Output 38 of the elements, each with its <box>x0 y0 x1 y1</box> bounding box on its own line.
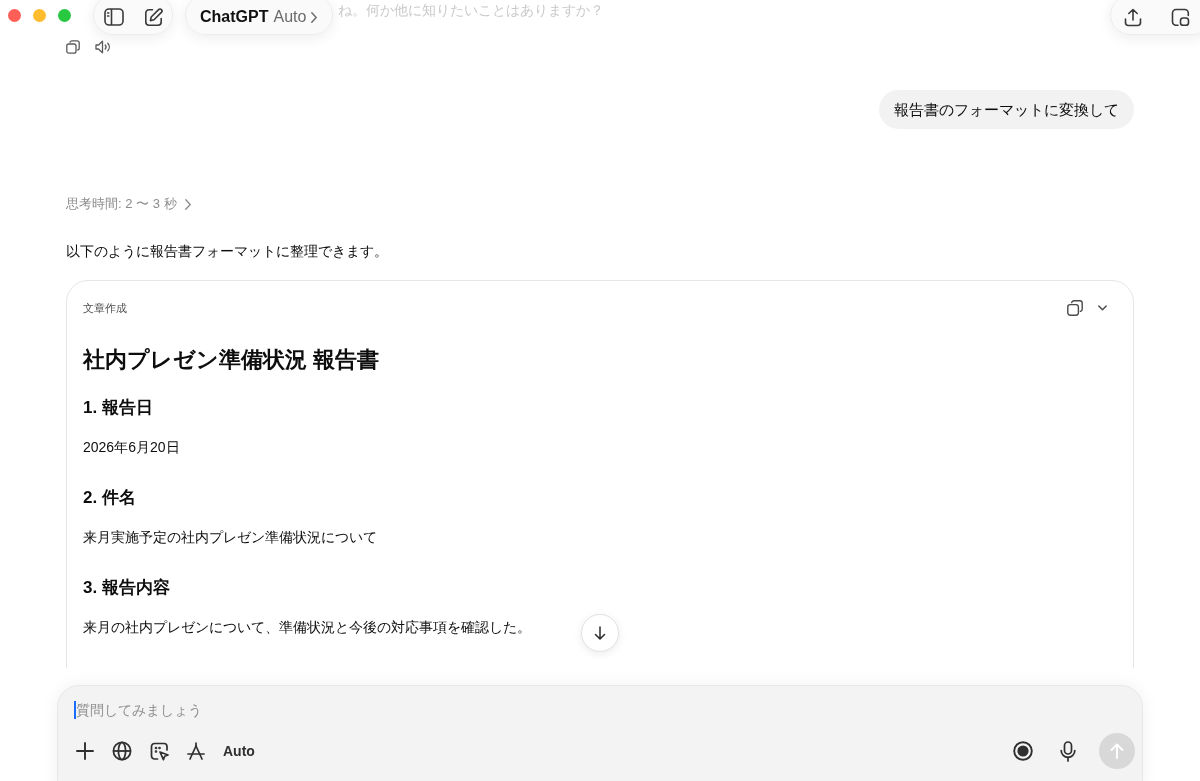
read-aloud-button[interactable] <box>95 39 111 55</box>
chevron-down-icon <box>1097 305 1107 311</box>
chevron-right-icon <box>184 198 191 210</box>
document-title: 社内プレゼン準備状況 報告書 <box>83 346 380 374</box>
compass-tool-icon <box>187 742 205 760</box>
copy-icon <box>1067 300 1083 316</box>
edit-icon <box>143 7 163 27</box>
user-message: 報告書のフォーマットに変換して <box>879 90 1134 129</box>
window-corner-icon <box>1170 7 1190 27</box>
document-label: 文章作成 <box>83 300 127 316</box>
chevron-right-icon <box>311 11 318 23</box>
section-heading: 1. 報告日 <box>83 397 153 419</box>
section-text: 来月の社内プレゼンについて、準備状況と今後の対応事項を確認した。 <box>83 618 531 637</box>
copy-button[interactable] <box>1067 300 1083 316</box>
speaker-icon <box>95 40 111 54</box>
window-close-icon[interactable] <box>8 9 21 22</box>
copy-button[interactable] <box>65 39 81 55</box>
copy-icon <box>66 40 80 54</box>
section-text: 来月実施予定の社内プレゼン準備状況について <box>83 528 377 547</box>
sidebar-icon <box>104 8 124 26</box>
model-selector-button[interactable]: ChatGPT Auto <box>185 0 333 35</box>
arrow-up-icon <box>1110 743 1124 759</box>
message-input[interactable]: 質問してみましょう <box>76 702 376 718</box>
text-cursor-icon <box>74 701 76 719</box>
section-heading: 2. 件名 <box>83 487 136 509</box>
response-text: 以下のように報告書フォーマットに整理できます。 <box>66 242 388 261</box>
section-heading: 3. 報告内容 <box>83 577 170 599</box>
upload-icon <box>1124 7 1142 27</box>
record-icon <box>1013 741 1033 761</box>
thinking-toggle[interactable]: 思考時間: 2 〜 3 秒 <box>66 195 191 213</box>
microphone-icon <box>1060 740 1076 762</box>
section-text: 2026年6月20日 <box>83 438 180 457</box>
plus-icon <box>76 742 94 760</box>
globe-icon <box>112 741 132 761</box>
arrow-down-icon <box>594 626 606 640</box>
mode-button[interactable]: Auto <box>219 737 259 765</box>
image-cursor-icon <box>149 741 169 761</box>
scroll-down-button[interactable] <box>581 614 619 652</box>
